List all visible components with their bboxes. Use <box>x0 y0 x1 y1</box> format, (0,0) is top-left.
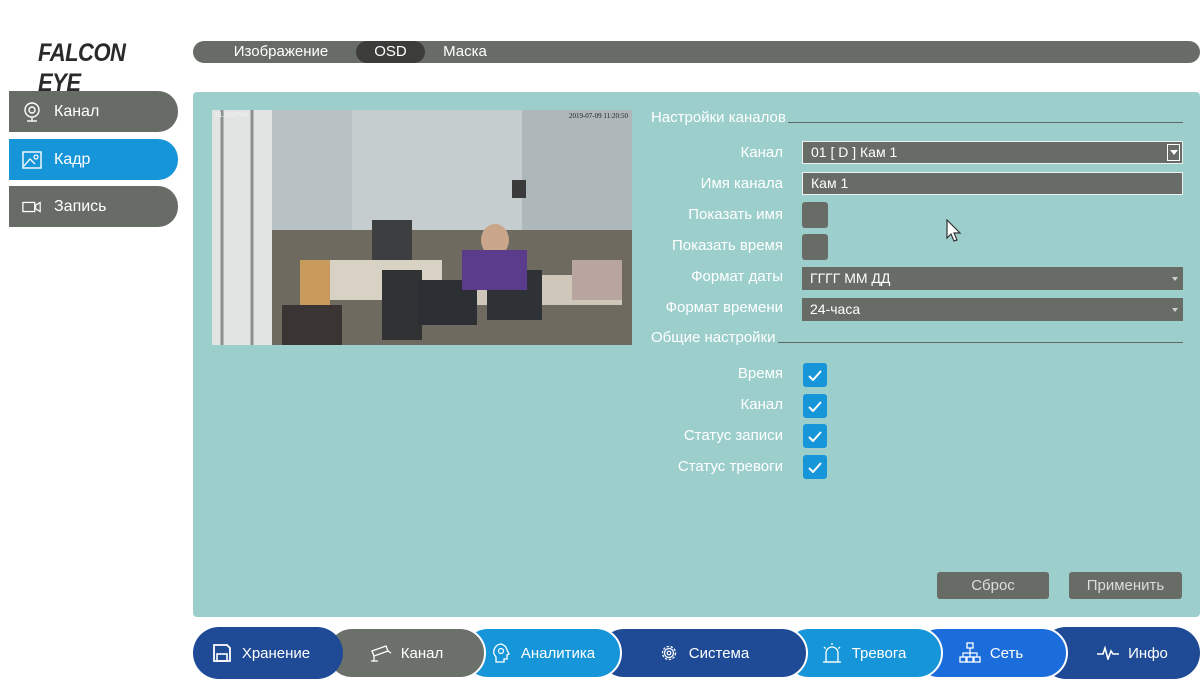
nav-label: Сеть <box>989 644 1024 662</box>
channel-name-input[interactable]: Кам 1 <box>802 172 1183 195</box>
nav-label: Инфо <box>1128 644 1168 662</box>
date-format-select[interactable]: ГГГГ ММ ДД <box>802 267 1183 290</box>
video-record-icon <box>22 197 42 217</box>
pulse-icon <box>1096 641 1120 665</box>
section-title: Настройки каналов <box>651 109 786 126</box>
alarm-status-checkbox[interactable] <box>803 455 827 479</box>
channel-select[interactable]: 01 [ D ] Кам 1 <box>802 141 1183 164</box>
nav-storage[interactable]: Хранение <box>193 627 343 679</box>
sidebar-item-label: Запись <box>54 197 107 215</box>
section-divider <box>787 122 1183 123</box>
tab-osd[interactable]: OSD <box>356 41 425 63</box>
section-channel-settings: Настройки каналов <box>651 109 1183 126</box>
channel-name-label: Имя канала <box>700 175 783 192</box>
tab-bar: Изображение OSD Маска <box>193 41 1200 63</box>
tab-mask[interactable]: Маска <box>435 41 495 63</box>
apply-button[interactable]: Применить <box>1069 572 1182 599</box>
record-status-label: Статус записи <box>683 427 783 444</box>
osd-timestamp: 2019-07-09 11:20:50 <box>568 112 628 120</box>
image-frame-icon <box>22 150 42 170</box>
channel-overlay-label: Канал <box>740 396 783 413</box>
brand-logo: FALCON EYE <box>38 37 126 97</box>
chevron-down-icon <box>1168 270 1181 287</box>
mouse-cursor-icon <box>946 219 962 242</box>
nav-label: Канал <box>400 644 444 662</box>
nav-system[interactable]: Система <box>598 627 808 679</box>
camera-lens-icon <box>22 101 42 122</box>
nav-label: Тревога <box>851 644 907 662</box>
osd-settings-panel: BL500PVA 2019-07-09 11:20:50 Настройки к… <box>193 92 1200 617</box>
time-overlay-checkbox[interactable] <box>803 363 827 387</box>
camera-snapshot-image <box>212 110 632 345</box>
sidebar-item-record[interactable]: Запись <box>9 186 178 227</box>
show-name-checkbox[interactable] <box>802 202 828 228</box>
chevron-down-icon <box>1168 301 1181 318</box>
nav-label: Аналитика <box>520 644 596 662</box>
head-brain-icon <box>489 641 513 665</box>
network-icon <box>958 641 982 665</box>
checkmark-icon <box>808 461 822 473</box>
time-format-select[interactable]: 24-часа <box>802 298 1183 321</box>
camera-preview: BL500PVA 2019-07-09 11:20:50 <box>212 110 632 345</box>
checkmark-icon <box>808 430 822 442</box>
osd-channel-name: BL500PVA <box>215 112 249 119</box>
time-format-value: 24-часа <box>810 301 861 317</box>
section-general-settings: Общие настройки <box>651 329 1183 346</box>
chevron-down-icon <box>1167 144 1180 161</box>
checkmark-icon <box>808 400 822 412</box>
section-divider <box>777 342 1183 343</box>
show-name-label: Показать имя <box>688 206 783 223</box>
date-format-label: Формат даты <box>691 268 783 285</box>
reset-button[interactable]: Сброс <box>937 572 1049 599</box>
sidebar-item-channel[interactable]: Канал <box>9 91 178 132</box>
alarm-status-label: Статус тревоги <box>677 458 783 475</box>
date-format-value: ГГГГ ММ ДД <box>810 270 891 286</box>
record-status-checkbox[interactable] <box>803 424 827 448</box>
tab-image[interactable]: Изображение <box>221 41 341 63</box>
time-format-label: Формат времени <box>665 299 783 316</box>
nav-label: Система <box>688 644 750 662</box>
show-time-label: Показать время <box>671 237 783 254</box>
cctv-camera-icon <box>369 641 393 665</box>
alarm-siren-icon <box>820 641 844 665</box>
save-icon <box>210 641 234 665</box>
gear-icon <box>657 641 681 665</box>
channel-select-value: 01 [ D ] Кам 1 <box>811 144 898 160</box>
section-title: Общие настройки <box>651 329 776 346</box>
sidebar-item-frame[interactable]: Кадр <box>9 139 178 180</box>
nav-analytics[interactable]: Аналитика <box>462 627 622 679</box>
channel-label: Канал <box>740 144 783 161</box>
time-overlay-label: Время <box>737 365 783 382</box>
sidebar-item-label: Кадр <box>54 150 91 168</box>
checkmark-icon <box>808 369 822 381</box>
nav-channel[interactable]: Канал <box>326 627 486 679</box>
show-time-checkbox[interactable] <box>802 234 828 260</box>
nav-label: Хранение <box>241 644 311 662</box>
sidebar-item-label: Канал <box>54 102 100 120</box>
channel-overlay-checkbox[interactable] <box>803 394 827 418</box>
